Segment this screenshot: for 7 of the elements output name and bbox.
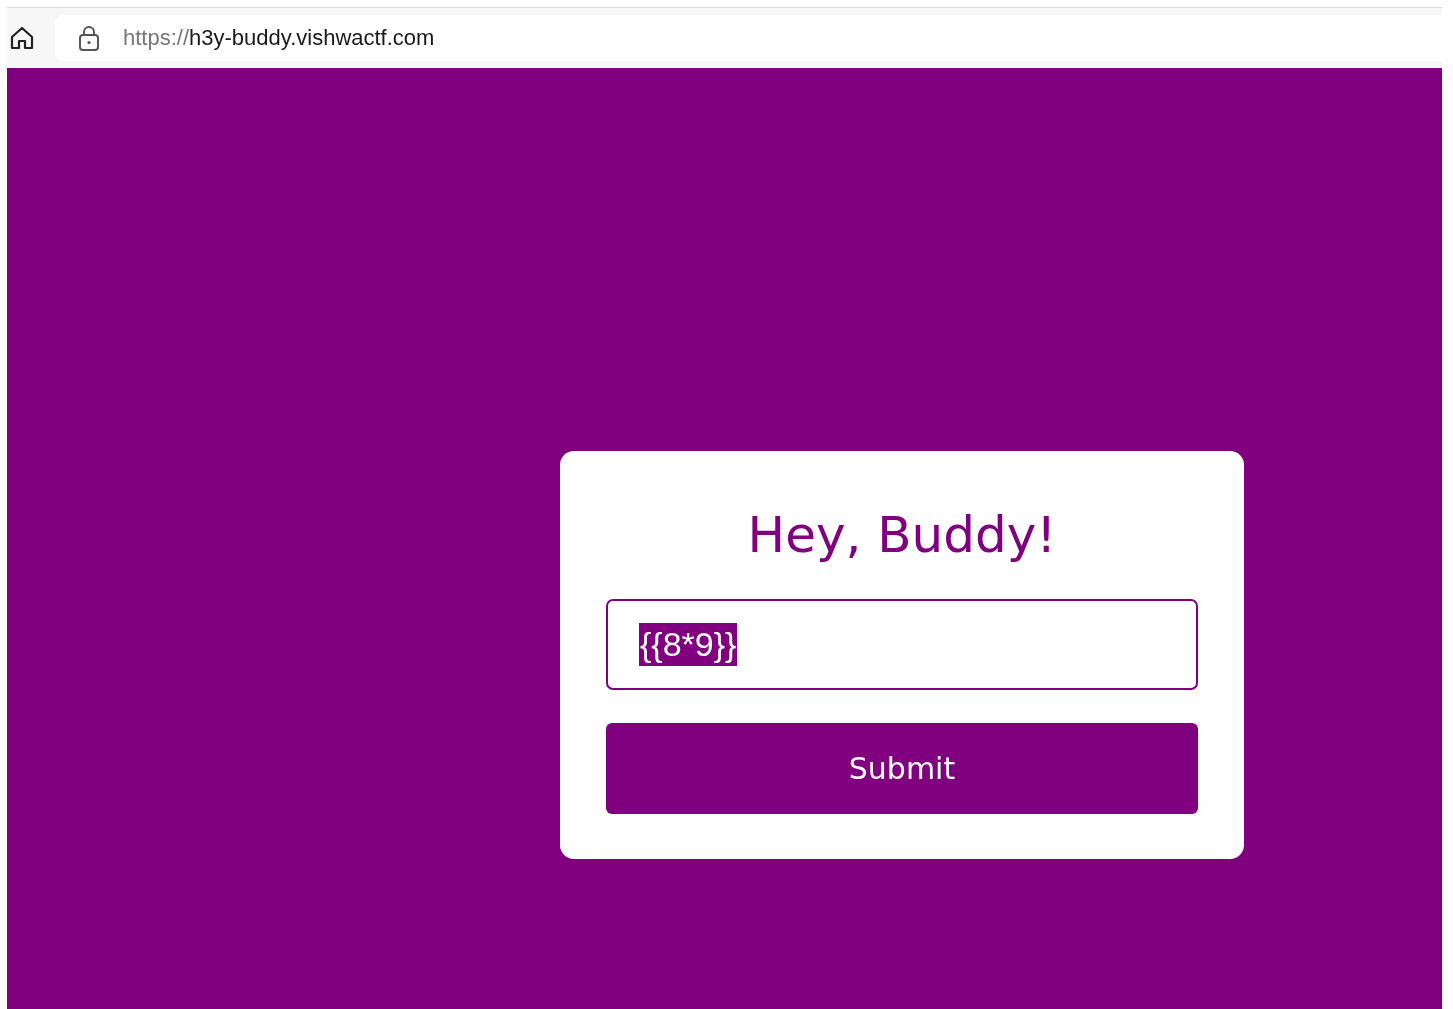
card-title: Hey, Buddy!: [747, 505, 1057, 566]
home-icon[interactable]: [9, 24, 35, 51]
lock-icon: [77, 24, 101, 51]
submit-button[interactable]: Submit: [606, 723, 1198, 814]
url-text: https://h3y-buddy.vishwactf.com: [123, 24, 435, 51]
address-bar[interactable]: https://h3y-buddy.vishwactf.com: [55, 14, 1442, 61]
input-field[interactable]: {{8*9}}: [606, 599, 1198, 690]
